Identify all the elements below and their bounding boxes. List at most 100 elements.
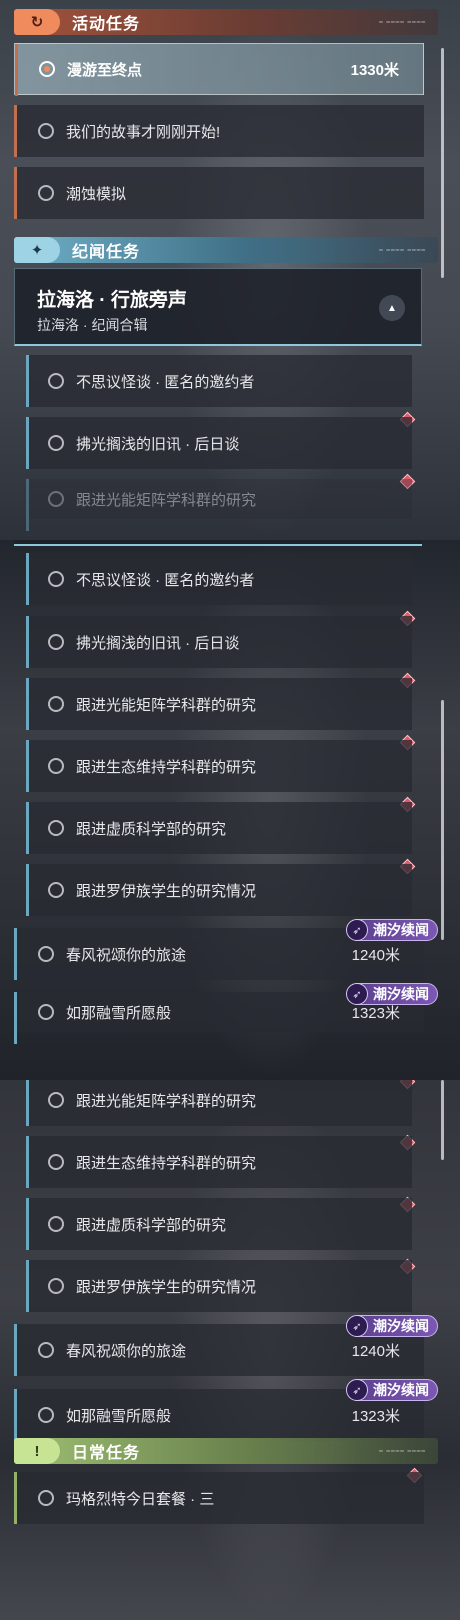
feather-icon: ➶ xyxy=(346,983,368,1005)
accent-bar xyxy=(26,355,29,407)
radio-icon xyxy=(48,1216,64,1232)
task-row[interactable]: 跟进虚质科学部的研究 xyxy=(26,1198,412,1250)
task-row[interactable]: 跟进虚质科学部的研究 xyxy=(26,802,412,854)
task-label: 玛格烈特今日套餐 · 三 xyxy=(66,1490,215,1508)
task-label: 春风祝颂你的旅途 xyxy=(66,1342,187,1360)
task-label: 漫游至终点 xyxy=(67,61,143,79)
task-row[interactable]: 跟进罗伊族学生的研究情况 xyxy=(26,1260,412,1312)
task-distance: 1330米 xyxy=(350,61,399,79)
radio-icon xyxy=(48,758,64,774)
accent-bar xyxy=(26,678,29,730)
task-row[interactable]: 拂光搁浅的旧讯 · 后日谈 xyxy=(26,417,412,469)
radio-icon xyxy=(48,435,64,451)
accent-bar xyxy=(14,1389,17,1441)
radio-icon xyxy=(38,185,54,201)
task-label: 潮蚀模拟 xyxy=(66,185,127,203)
scrollbar[interactable] xyxy=(441,1080,444,1160)
story-tasks-header[interactable]: ✦ 纪闻任务 ━ ━━━━ ━━━━ xyxy=(14,237,438,263)
task-row[interactable]: 跟进光能矩阵学科群的研究 xyxy=(26,1080,412,1126)
task-row[interactable]: 漫游至终点 1330米 xyxy=(14,43,424,96)
task-label: 跟进光能矩阵学科群的研究 xyxy=(76,491,257,509)
accent-bar xyxy=(15,44,18,96)
radio-icon xyxy=(38,1342,54,1358)
task-label: 如那融雪所愿般 xyxy=(66,1407,172,1425)
task-label: 跟进生态维持学科群的研究 xyxy=(76,758,257,776)
task-label: 跟进虚质科学部的研究 xyxy=(76,1216,227,1234)
task-label: 跟进罗伊族学生的研究情况 xyxy=(76,1278,257,1296)
accent-bar xyxy=(14,1472,17,1524)
accent-bar xyxy=(26,417,29,469)
radio-icon xyxy=(38,946,54,962)
story-group-card[interactable]: 拉海洛 · 行旅旁声 拉海洛 · 纪闻合辑 ▲ xyxy=(14,268,422,346)
accent-bar xyxy=(26,1260,29,1312)
activity-tasks-header[interactable]: ↻ 活动任务 ━ ━━━━ ━━━━ xyxy=(14,9,438,35)
accent-bar xyxy=(14,992,17,1044)
accent-bar xyxy=(26,553,29,605)
task-distance: 1323米 xyxy=(351,1407,400,1425)
story-group-card-edge xyxy=(14,540,422,546)
header-decoration: ━ ━━━━ ━━━━ xyxy=(379,20,426,26)
radio-icon xyxy=(38,1004,54,1020)
task-row[interactable]: 我们的故事才刚刚开始! xyxy=(14,105,424,157)
task-label: 不思议怪谈 · 匿名的邀约者 xyxy=(76,571,255,589)
collapse-toggle-icon[interactable]: ▲ xyxy=(379,295,405,321)
header-title: 纪闻任务 xyxy=(72,244,141,261)
tide-story-tag: ➶ 潮汐续闻 xyxy=(346,1315,438,1337)
tide-story-tag: ➶ 潮汐续闻 xyxy=(346,983,438,1005)
tag-label: 潮汐续闻 xyxy=(373,1382,429,1398)
accent-bar xyxy=(26,802,29,854)
accent-bar xyxy=(14,105,17,157)
task-row[interactable]: 潮蚀模拟 xyxy=(14,167,424,219)
tide-story-tag: ➶ 潮汐续闻 xyxy=(346,919,438,941)
radio-icon xyxy=(48,373,64,389)
accent-bar xyxy=(26,479,29,531)
accent-bar xyxy=(26,1080,29,1126)
header-decoration: ━ ━━━━ ━━━━ xyxy=(379,1449,426,1455)
accent-bar xyxy=(26,740,29,792)
radio-icon xyxy=(48,882,64,898)
tag-label: 潮汐续闻 xyxy=(373,1318,429,1334)
radio-icon xyxy=(48,491,64,507)
task-row[interactable]: 不思议怪谈 · 匿名的邀约者 xyxy=(26,553,412,605)
radio-icon xyxy=(48,571,64,587)
task-row[interactable]: 跟进罗伊族学生的研究情况 xyxy=(26,864,412,916)
task-label: 拂光搁浅的旧讯 · 后日谈 xyxy=(76,435,240,453)
daily-tasks-header[interactable]: ! 日常任务 ━ ━━━━ ━━━━ xyxy=(14,1438,438,1464)
task-row[interactable]: 跟进光能矩阵学科群的研究 xyxy=(26,479,412,531)
quest-panel-1: ↻ 活动任务 ━ ━━━━ ━━━━ 漫游至终点 1330米 我们的故事才刚刚开… xyxy=(0,0,460,540)
header-title: 日常任务 xyxy=(72,1445,141,1462)
radio-icon xyxy=(38,1407,54,1423)
radio-icon xyxy=(48,1278,64,1294)
task-row[interactable]: 玛格烈特今日套餐 · 三 xyxy=(14,1472,424,1524)
header-title: 活动任务 xyxy=(72,16,141,33)
scrollbar[interactable] xyxy=(441,700,444,940)
task-row[interactable]: 跟进光能矩阵学科群的研究 xyxy=(26,678,412,730)
quest-panel-3: 跟进光能矩阵学科群的研究 跟进生态维持学科群的研究 跟进虚质科学部的研究 跟进罗… xyxy=(0,1080,460,1620)
task-label: 我们的故事才刚刚开始! xyxy=(66,123,221,141)
accent-bar xyxy=(26,864,29,916)
radio-icon xyxy=(48,696,64,712)
task-distance: 1240米 xyxy=(351,946,400,964)
task-row[interactable]: 不思议怪谈 · 匿名的邀约者 xyxy=(26,355,412,407)
task-label: 拂光搁浅的旧讯 · 后日谈 xyxy=(76,634,240,652)
radio-icon xyxy=(48,1154,64,1170)
radio-icon xyxy=(48,1092,64,1108)
task-row[interactable]: 跟进生态维持学科群的研究 xyxy=(26,1136,412,1188)
task-row[interactable]: 跟进生态维持学科群的研究 xyxy=(26,740,412,792)
task-label: 如那融雪所愿般 xyxy=(66,1004,172,1022)
radio-icon xyxy=(48,820,64,836)
header-decoration: ━ ━━━━ ━━━━ xyxy=(379,248,426,254)
radio-icon xyxy=(38,123,54,139)
star-icon: ✦ xyxy=(14,237,60,263)
scrollbar[interactable] xyxy=(441,48,444,278)
task-distance: 1240米 xyxy=(351,1342,400,1360)
accent-bar xyxy=(14,928,17,980)
accent-bar xyxy=(26,1198,29,1250)
quest-panel-2: 不思议怪谈 · 匿名的邀约者 拂光搁浅的旧讯 · 后日谈 跟进光能矩阵学科群的研… xyxy=(0,540,460,1080)
task-label: 跟进光能矩阵学科群的研究 xyxy=(76,1092,257,1110)
refresh-icon: ↻ xyxy=(14,9,60,35)
task-row[interactable]: 拂光搁浅的旧讯 · 后日谈 xyxy=(26,616,412,668)
feather-icon: ➶ xyxy=(346,919,368,941)
task-label: 跟进虚质科学部的研究 xyxy=(76,820,227,838)
tide-story-tag: ➶ 潮汐续闻 xyxy=(346,1379,438,1401)
